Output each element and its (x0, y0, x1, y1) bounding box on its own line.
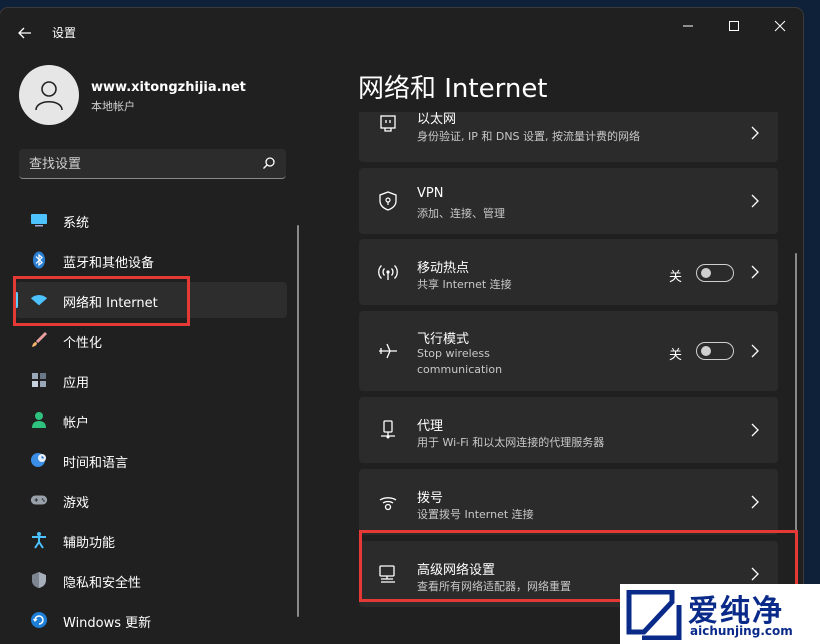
hotspot-icon (377, 261, 399, 283)
avatar[interactable] (19, 65, 79, 125)
user-icon (35, 81, 63, 111)
watermark-logo (626, 590, 682, 640)
card-subtitle: 设置拨号 Internet 连接 (417, 508, 534, 521)
sidebar-item-label: 蓝牙和其他设备 (63, 256, 155, 271)
apps-icon (30, 371, 48, 389)
card-subtitle: 身份验证, IP 和 DNS 设置, 按流量计费的网络 (417, 130, 641, 143)
card-proxy[interactable]: 代理 用于 Wi-Fi 和以太网连接的代理服务器 (359, 397, 778, 463)
sidebar-item-label: 游戏 (63, 496, 90, 511)
toggle-state-label: 关 (668, 348, 682, 363)
card-airplane-mode[interactable]: 飞行模式 Stop wireless communication 关 (359, 311, 778, 391)
chevron-right-icon (751, 344, 759, 358)
sidebar-item-accessibility[interactable]: 辅助功能 (15, 522, 287, 558)
sidebar-item-bluetooth[interactable]: 蓝牙和其他设备 (15, 242, 287, 278)
sidebar-item-accounts[interactable]: 帐户 (15, 402, 287, 438)
gamepad-icon (30, 491, 48, 509)
card-mobile-hotspot[interactable]: 移动热点 共享 Internet 连接 关 (359, 239, 778, 305)
chevron-right-icon (751, 126, 759, 140)
accessibility-icon (30, 531, 48, 549)
sidebar-item-time-language[interactable]: 时间和语言 (15, 442, 287, 478)
card-subtitle: 用于 Wi-Fi 和以太网连接的代理服务器 (417, 436, 605, 449)
globe-clock-icon (30, 451, 48, 469)
sidebar-item-label: 个性化 (63, 336, 103, 351)
system-icon (30, 211, 48, 229)
card-title: 以太网 (417, 112, 457, 127)
account-icon (30, 411, 48, 429)
card-subtitle: 共享 Internet 连接 (417, 278, 512, 291)
sidebar-item-label: 时间和语言 (63, 456, 129, 471)
chevron-right-icon (751, 194, 759, 208)
user-name: www.xitongzhijia.net (91, 80, 246, 95)
airplane-icon (377, 340, 399, 362)
sidebar-item-label: 应用 (63, 376, 90, 391)
dialup-icon (377, 491, 399, 513)
search-icon[interactable] (262, 156, 276, 170)
highlight-network-item (13, 276, 190, 326)
card-dial-up[interactable]: 拨号 设置拨号 Internet 连接 (359, 469, 778, 535)
sidebar-item-system[interactable]: 系统 (15, 202, 287, 238)
search-box[interactable] (19, 149, 286, 179)
sidebar-item-windows-update[interactable]: Windows 更新 (15, 602, 287, 638)
chevron-right-icon (751, 423, 759, 437)
sidebar-item-label: 隐私和安全性 (63, 576, 142, 591)
minimize-button[interactable] (670, 14, 706, 38)
bluetooth-icon (30, 251, 48, 269)
card-vpn[interactable]: VPN 添加、连接、管理 (359, 168, 778, 234)
card-title: 代理 (417, 419, 444, 434)
card-title: 移动热点 (417, 261, 470, 276)
card-subtitle: 添加、连接、管理 (417, 207, 505, 220)
sidebar-item-label: 系统 (63, 216, 90, 231)
airplane-mode-toggle[interactable] (696, 342, 734, 360)
shield-icon (30, 571, 48, 589)
close-icon (774, 20, 786, 32)
sidebar-item-privacy[interactable]: 隐私和安全性 (15, 562, 287, 598)
close-button[interactable] (762, 14, 798, 38)
proxy-icon (377, 419, 399, 441)
maximize-button[interactable] (716, 14, 752, 38)
card-title: VPN (417, 186, 444, 201)
ethernet-icon (377, 112, 399, 134)
page-title: 网络和 Internet (358, 74, 548, 104)
watermark: 爱纯净 aichunjing.com (620, 584, 820, 644)
card-ethernet[interactable]: 以太网 身份验证, IP 和 DNS 设置, 按流量计费的网络 (359, 112, 778, 162)
sidebar-item-label: 帐户 (63, 416, 90, 431)
toggle-knob (701, 268, 711, 278)
sidebar-item-apps[interactable]: 应用 (15, 362, 287, 398)
toggle-knob (701, 346, 711, 356)
sidebar-scrollbar[interactable] (297, 225, 299, 617)
minimize-icon (683, 25, 693, 27)
window-title: 设置 (52, 26, 77, 40)
card-subtitle-line2: communication (417, 363, 503, 376)
toggle-state-label: 关 (668, 270, 682, 285)
brush-icon (30, 331, 48, 349)
update-icon (30, 611, 48, 629)
sidebar-item-personalization[interactable]: 个性化 (15, 322, 287, 358)
vpn-shield-icon (377, 190, 399, 212)
chevron-right-icon (751, 495, 759, 509)
card-subtitle-line1: Stop wireless (417, 347, 490, 360)
sidebar-item-gaming[interactable]: 游戏 (15, 482, 287, 518)
sidebar-nav: 系统 蓝牙和其他设备 网络和 Internet 个性化 应用 帐户 时间和语言 (15, 202, 287, 642)
arrow-left-icon (18, 27, 31, 39)
chevron-right-icon (751, 265, 759, 279)
card-title: 拨号 (417, 491, 444, 506)
hotspot-toggle[interactable] (696, 264, 734, 282)
title-bar: 设置 (0, 8, 803, 54)
search-input[interactable] (19, 149, 261, 179)
account-type: 本地帐户 (91, 100, 135, 113)
maximize-icon (729, 21, 739, 31)
sidebar-item-label: Windows 更新 (63, 616, 152, 631)
watermark-url: aichunjing.com (690, 624, 793, 638)
sidebar-item-label: 辅助功能 (63, 536, 116, 551)
back-button[interactable] (10, 20, 40, 46)
card-title: 飞行模式 (417, 332, 470, 347)
